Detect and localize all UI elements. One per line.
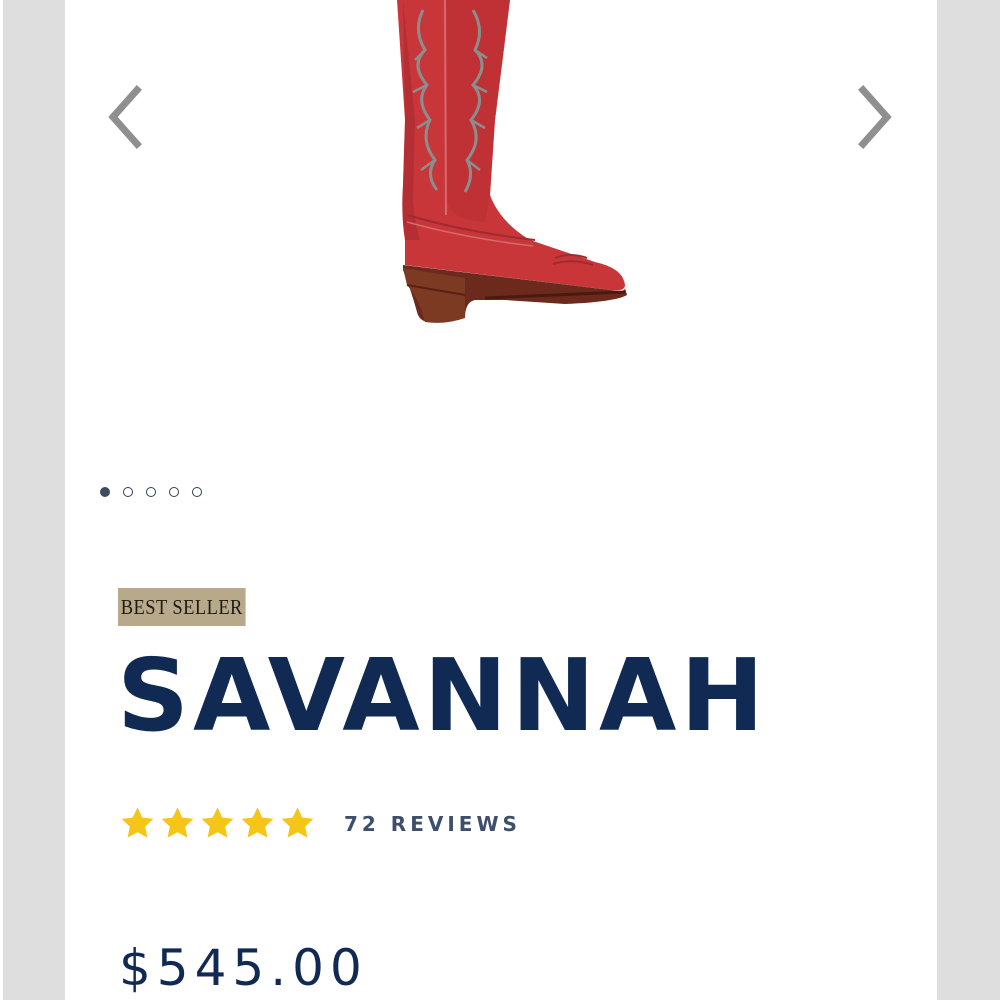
star-icon (121, 807, 154, 838)
gallery-dot-1[interactable] (100, 487, 110, 497)
gallery-dot-4[interactable] (169, 487, 179, 497)
gallery-dot-2[interactable] (123, 487, 133, 497)
rating-stars (119, 805, 316, 842)
product-page: BEST SELLER SAVANNAH 72 REVIEWS $545.00 (65, 0, 937, 1000)
reviews-link[interactable]: 72 REVIEWS (344, 812, 521, 836)
prev-image-button[interactable] (105, 84, 145, 150)
chevron-left-icon (108, 85, 142, 149)
page-edge (0, 0, 3, 1000)
product-title: SAVANNAH (117, 637, 769, 754)
chevron-right-icon (858, 85, 892, 149)
product-image (325, 0, 705, 340)
best-seller-badge: BEST SELLER (118, 588, 246, 626)
star-icon (281, 807, 314, 838)
star-icon (201, 807, 234, 838)
gallery-pagination (100, 487, 202, 497)
star-icon (241, 807, 274, 838)
gallery-dot-5[interactable] (192, 487, 202, 497)
product-gallery (65, 0, 937, 520)
red-cowboy-boot-image (397, 0, 627, 323)
product-rating: 72 REVIEWS (119, 805, 521, 842)
next-image-button[interactable] (855, 84, 895, 150)
product-price: $545.00 (119, 939, 368, 997)
gallery-dot-3[interactable] (146, 487, 156, 497)
star-icon (161, 807, 194, 838)
